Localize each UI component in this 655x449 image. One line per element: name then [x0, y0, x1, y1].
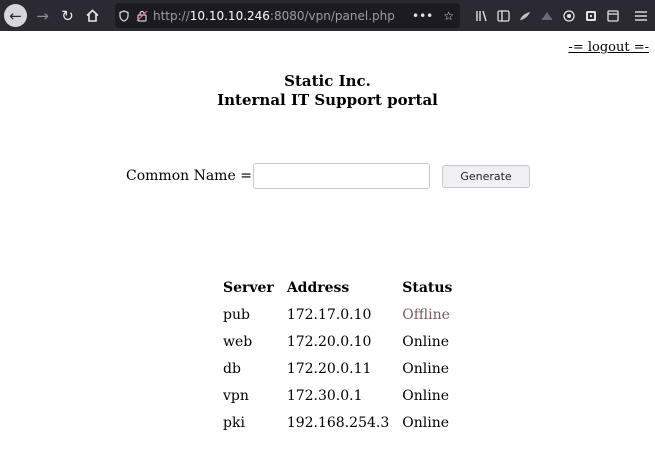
home-button[interactable]	[81, 4, 104, 27]
home-icon	[86, 9, 99, 22]
table-row: vpn 172.30.0.1 Online	[220, 382, 462, 409]
library-icon[interactable]	[470, 5, 492, 27]
extension-grid-icon[interactable]	[580, 5, 602, 27]
server-status: Online	[402, 360, 450, 377]
star-icon[interactable]: ☆	[443, 9, 454, 23]
server-name: pki	[223, 414, 245, 431]
forward-button[interactable]: →	[31, 4, 54, 27]
server-name: web	[223, 333, 253, 350]
insecure-lock-icon[interactable]	[133, 6, 151, 26]
server-name: vpn	[223, 387, 249, 404]
extension-hat-icon[interactable]	[536, 5, 558, 27]
table-row: pki 192.168.254.3 Online	[220, 409, 462, 436]
url-path: :8080/vpn/panel.php	[269, 8, 395, 23]
column-header-server: Server	[223, 279, 274, 296]
toolbar-right-icons	[470, 0, 652, 31]
extension-fox-icon[interactable]	[514, 5, 536, 27]
company-name: Static Inc.	[284, 72, 371, 90]
table-header-row: Server Address Status	[220, 274, 462, 301]
table-row: web 172.20.0.10 Online	[220, 328, 462, 355]
url-text[interactable]: http://10.10.10.246:8080/vpn/panel.php	[153, 9, 395, 23]
back-button[interactable]: ←	[4, 4, 27, 27]
sidebar-icon[interactable]	[492, 5, 514, 27]
arrow-right-icon: →	[36, 6, 49, 25]
server-name: db	[223, 360, 241, 377]
shield-icon[interactable]	[115, 6, 133, 26]
url-actions: ••• ☆	[412, 3, 454, 28]
page-title: Static Inc. Internal IT Support portal	[0, 72, 655, 110]
server-address: 172.30.0.1	[286, 387, 363, 404]
reload-icon: ↻	[61, 6, 74, 25]
browser-toolbar: ← → ↻ http://10.10.10.246:8080/vpn/panel…	[0, 0, 655, 31]
page-actions-button[interactable]: •••	[412, 9, 433, 23]
common-name-input[interactable]	[253, 163, 430, 189]
column-header-status: Status	[402, 279, 453, 296]
url-host: 10.10.10.246	[189, 8, 270, 23]
menu-icon[interactable]	[630, 5, 652, 27]
extension-window-icon[interactable]	[602, 5, 624, 27]
server-name: pub	[223, 306, 250, 323]
arrow-left-icon: ←	[9, 6, 22, 25]
server-address: 172.20.0.10	[286, 333, 372, 350]
common-name-label: Common Name =	[126, 168, 252, 184]
server-address: 172.17.0.10	[286, 306, 372, 323]
server-status: Online	[402, 387, 450, 404]
server-status: Online	[402, 333, 450, 350]
server-status-table: Server Address Status pub 172.17.0.10 Of…	[220, 274, 462, 436]
portal-name: Internal IT Support portal	[217, 91, 438, 109]
server-status: Offline	[402, 306, 450, 323]
url-protocol: http://	[153, 8, 190, 23]
server-status: Online	[402, 414, 450, 431]
table-row: pub 172.17.0.10 Offline	[220, 301, 462, 328]
server-address: 192.168.254.3	[286, 414, 390, 431]
extension-globe-icon[interactable]	[558, 5, 580, 27]
url-bar[interactable]: http://10.10.10.246:8080/vpn/panel.php •…	[115, 3, 460, 28]
server-address: 172.20.0.11	[286, 360, 372, 377]
table-row: db 172.20.0.11 Online	[220, 355, 462, 382]
column-header-address: Address	[286, 279, 350, 296]
logout-link[interactable]: -= logout =-	[568, 40, 649, 55]
reload-button[interactable]: ↻	[56, 4, 79, 27]
generate-button[interactable]: Generate	[442, 165, 530, 188]
